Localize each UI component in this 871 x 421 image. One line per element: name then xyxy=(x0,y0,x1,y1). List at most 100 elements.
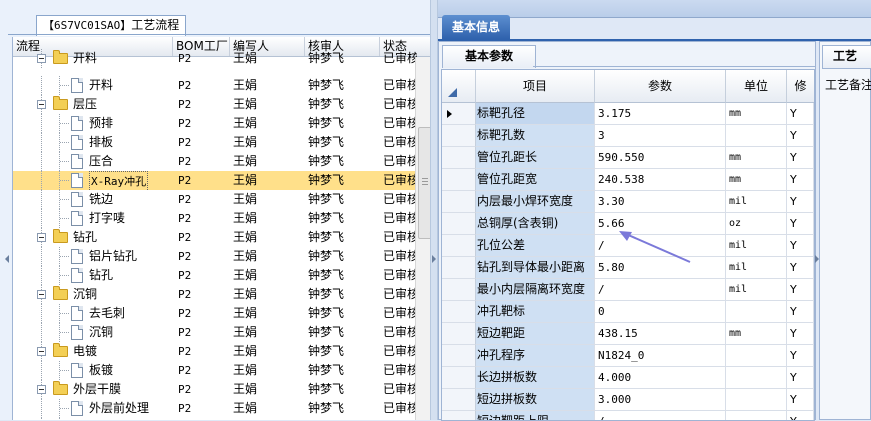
param-unit-cell[interactable]: mil xyxy=(726,257,787,279)
row-header[interactable] xyxy=(442,345,476,367)
param-value-cell[interactable]: 240.538 xyxy=(595,169,726,191)
row-header[interactable] xyxy=(442,191,476,213)
splitter-arrow-icon[interactable] xyxy=(432,255,436,263)
flow-name-cell[interactable]: 预排 xyxy=(13,114,173,133)
expander-toggle-icon[interactable] xyxy=(37,385,46,394)
flow-name-cell[interactable]: 铝片钻孔 xyxy=(13,247,173,266)
param-value-cell[interactable]: 3.000 xyxy=(595,389,726,411)
row-header[interactable] xyxy=(442,213,476,235)
param-modify-cell[interactable]: Y xyxy=(787,279,814,301)
flow-name-cell[interactable]: 电镀 xyxy=(13,342,173,361)
tree-group-row[interactable]: 钻孔 P2 王娟 钟梦飞 已审核 xyxy=(13,228,417,247)
param-value-cell[interactable]: 438.15 xyxy=(595,323,726,345)
param-value-cell[interactable]: 3.175 xyxy=(595,103,726,125)
tree-group-row[interactable]: 外层干膜 P2 王娟 钟梦飞 已审核 xyxy=(13,380,417,399)
row-header[interactable] xyxy=(442,147,476,169)
tree-row[interactable]: 沉铜 P2 王娟 钟梦飞 已审核 xyxy=(13,323,417,342)
row-header[interactable] xyxy=(442,125,476,147)
param-row[interactable]: 标靶孔径 3.175 mm Y xyxy=(442,103,814,125)
grid-corner[interactable] xyxy=(442,70,476,103)
collapse-left-arrow-icon[interactable] xyxy=(5,255,9,263)
column-header-item[interactable]: 项目 xyxy=(476,70,595,103)
flow-name-cell[interactable]: 外层前处理 xyxy=(13,399,173,418)
param-modify-cell[interactable]: Y xyxy=(787,169,814,191)
param-modify-cell[interactable]: Y xyxy=(787,367,814,389)
param-value-cell[interactable]: 4.000 xyxy=(595,367,726,389)
param-row[interactable]: 总铜厚(含表铜) 5.66 oz Y xyxy=(442,213,814,235)
flow-name-cell[interactable]: 排板 xyxy=(13,133,173,152)
param-value-cell[interactable]: N1824_0 xyxy=(595,345,726,367)
tree-group-row[interactable]: 层压 P2 王娟 钟梦飞 已审核 xyxy=(13,95,417,114)
param-unit-cell[interactable] xyxy=(726,125,787,147)
row-header[interactable] xyxy=(442,103,476,125)
tree-group-row[interactable]: 沉铜 P2 王娟 钟梦飞 已审核 xyxy=(13,285,417,304)
param-unit-cell[interactable]: mil xyxy=(726,279,787,301)
column-header-unit[interactable]: 单位 xyxy=(726,70,787,103)
param-modify-cell[interactable]: Y xyxy=(787,147,814,169)
flow-name-cell[interactable]: 压合 xyxy=(13,152,173,171)
param-value-cell[interactable]: 3 xyxy=(595,125,726,147)
row-header[interactable] xyxy=(442,301,476,323)
tree-row[interactable]: 开料 P2 王娟 钟梦飞 已审核 xyxy=(13,76,417,95)
param-modify-cell[interactable]: Y xyxy=(787,125,814,147)
param-unit-cell[interactable] xyxy=(726,367,787,389)
flow-name-cell[interactable]: 层压 xyxy=(13,95,173,114)
param-row[interactable]: 标靶孔数 3 Y xyxy=(442,125,814,147)
param-unit-cell[interactable]: oz xyxy=(726,213,787,235)
tree-row[interactable]: 钻孔 P2 王娟 钟梦飞 已审核 xyxy=(13,266,417,285)
expander-toggle-icon[interactable] xyxy=(37,233,46,242)
param-row[interactable]: 管位孔距宽 240.538 mm Y xyxy=(442,169,814,191)
param-modify-cell[interactable]: Y xyxy=(787,389,814,411)
param-modify-cell[interactable]: Y xyxy=(787,323,814,345)
flow-name-cell[interactable]: 板镀 xyxy=(13,361,173,380)
row-header[interactable] xyxy=(442,279,476,301)
tab-basic-info[interactable]: 基本信息 xyxy=(442,15,510,44)
tree-row[interactable]: 打字唛 P2 王娟 钟梦飞 已审核 xyxy=(13,209,417,228)
param-row[interactable]: 内层最小焊环宽度 3.30 mil Y xyxy=(442,191,814,213)
expander-toggle-icon[interactable] xyxy=(37,290,46,299)
row-header[interactable] xyxy=(442,323,476,345)
param-modify-cell[interactable]: Y xyxy=(787,103,814,125)
param-row[interactable]: 冲孔程序 N1824_0 Y xyxy=(442,345,814,367)
flow-name-cell[interactable]: 外层干膜 xyxy=(13,380,173,399)
param-unit-cell[interactable] xyxy=(726,345,787,367)
param-modify-cell[interactable]: Y xyxy=(787,257,814,279)
param-row[interactable]: 钻孔到导体最小距离 5.80 mil Y xyxy=(442,257,814,279)
flow-name-cell[interactable]: 钻孔 xyxy=(13,266,173,285)
tree-row[interactable]: 铣边 P2 王娟 钟梦飞 已审核 xyxy=(13,190,417,209)
flow-name-cell[interactable]: 打字唛 xyxy=(13,209,173,228)
flow-name-cell[interactable]: X-Ray冲孔 xyxy=(13,171,173,190)
param-modify-cell[interactable]: Y xyxy=(787,235,814,257)
param-unit-cell[interactable] xyxy=(726,301,787,323)
tree-row[interactable]: 压合 P2 王娟 钟梦飞 已审核 xyxy=(13,152,417,171)
param-row[interactable]: 短边拼板数 3.000 Y xyxy=(442,389,814,411)
tree-row[interactable]: 板镀 P2 王娟 钟梦飞 已审核 xyxy=(13,361,417,380)
tree-group-row[interactable]: 开料 P2 王娟 钟梦飞 已审核 xyxy=(13,49,417,68)
expander-toggle-icon[interactable] xyxy=(37,100,46,109)
param-value-cell[interactable]: 5.80 xyxy=(595,257,726,279)
tree-row[interactable]: 外层前处理 P2 王娟 钟梦飞 已审核 xyxy=(13,399,417,418)
tree-vertical-scrollbar[interactable] xyxy=(415,57,431,420)
tree-row[interactable]: X-Ray冲孔 P2 王娟 钟梦飞 已审核 xyxy=(13,171,417,190)
param-unit-cell[interactable] xyxy=(726,389,787,411)
flow-name-cell[interactable]: 开料 xyxy=(13,76,173,95)
flow-name-cell[interactable]: 去毛刺 xyxy=(13,304,173,323)
param-unit-cell[interactable]: mil xyxy=(726,235,787,257)
param-unit-cell[interactable]: mm xyxy=(726,147,787,169)
param-value-cell[interactable]: / xyxy=(595,279,726,301)
row-header[interactable] xyxy=(442,169,476,191)
param-value-cell[interactable]: 5.66 xyxy=(595,213,726,235)
param-modify-cell[interactable]: Y xyxy=(787,213,814,235)
column-header-param[interactable]: 参数 xyxy=(595,70,726,103)
param-unit-cell[interactable]: mm xyxy=(726,169,787,191)
tree-row[interactable]: 排板 P2 王娟 钟梦飞 已审核 xyxy=(13,133,417,152)
param-row[interactable]: 短边靶距 438.15 mm Y xyxy=(442,323,814,345)
param-modify-cell[interactable]: Y xyxy=(787,191,814,213)
tree-row[interactable]: 预排 P2 王娟 钟梦飞 已审核 xyxy=(13,114,417,133)
param-unit-cell[interactable]: mm xyxy=(726,323,787,345)
param-modify-cell[interactable]: Y xyxy=(787,301,814,323)
flow-name-cell[interactable]: 开料 xyxy=(13,49,173,68)
flow-name-cell[interactable]: 钻孔 xyxy=(13,228,173,247)
param-value-cell[interactable]: 3.30 xyxy=(595,191,726,213)
param-row[interactable]: 孔位公差 / mil Y xyxy=(442,235,814,257)
